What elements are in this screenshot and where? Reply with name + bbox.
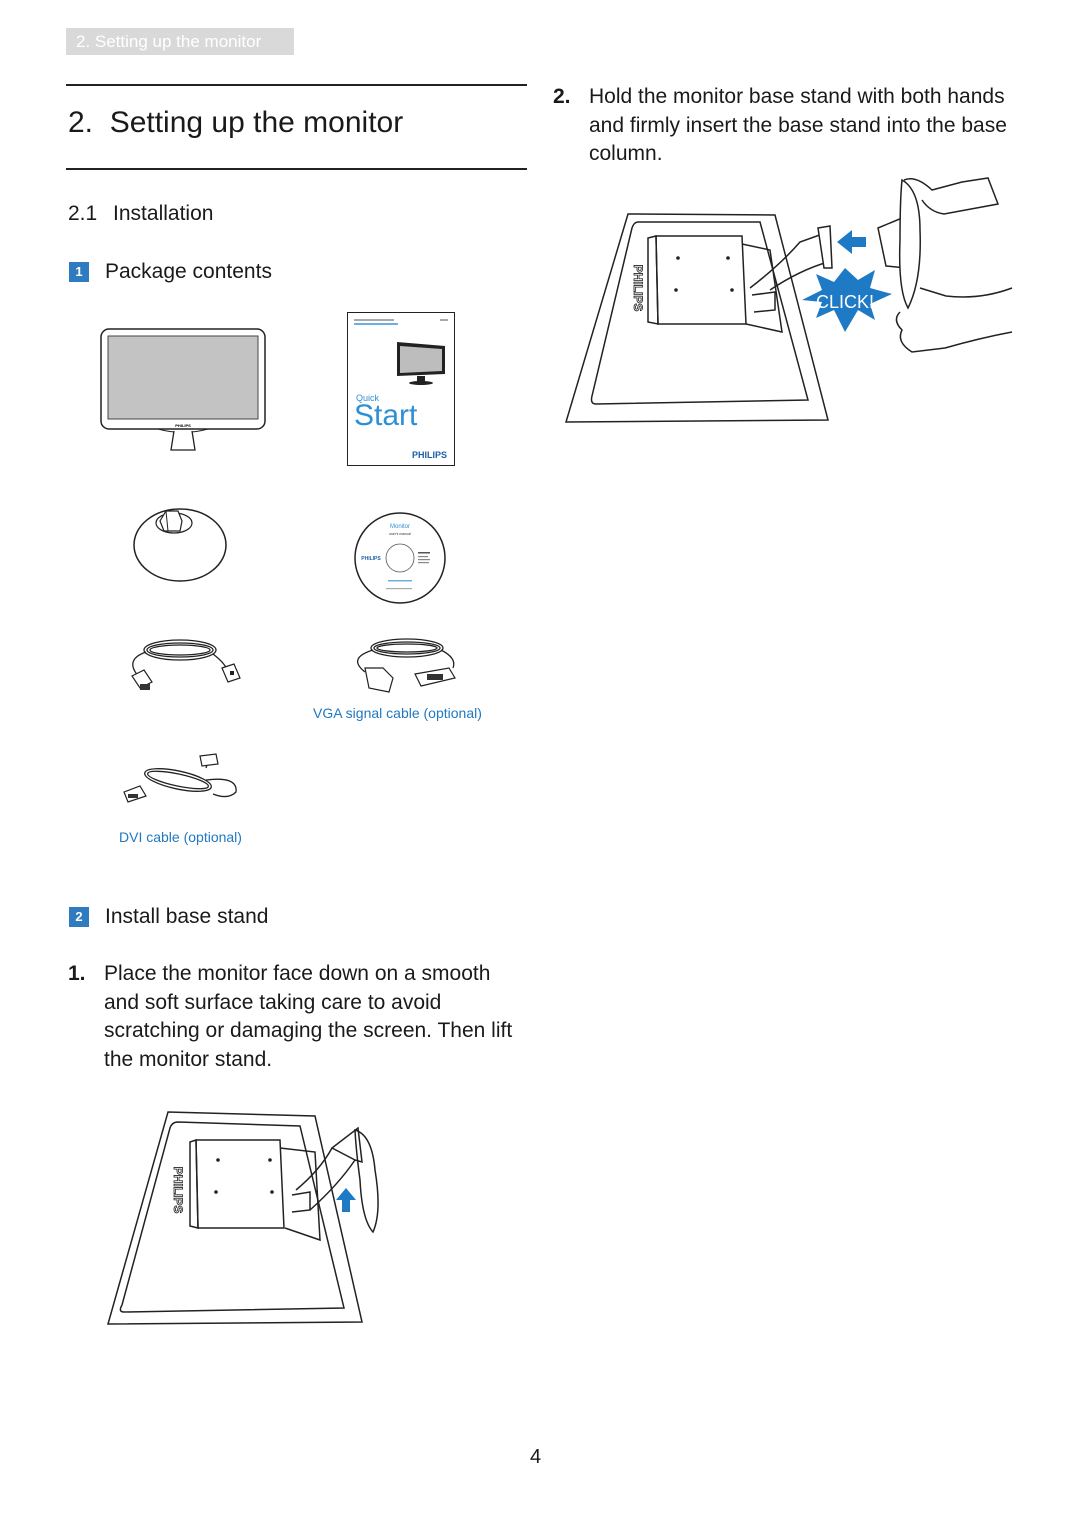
dvi-cable-caption: DVI cable (optional) — [119, 829, 242, 845]
title-rule-top — [66, 84, 527, 86]
dvi-cable-illustration — [123, 753, 237, 803]
cd-subtitle: user's manual — [389, 532, 411, 536]
instruction-number: 1. — [68, 962, 86, 985]
guide-brand: PHILIPS — [411, 450, 447, 460]
quick-start-guide: Quick Start PHILIPS — [347, 312, 455, 466]
step-badge: 1 — [69, 262, 89, 282]
click-label: CLICK! — [816, 292, 874, 312]
guide-header-line — [354, 319, 394, 321]
up-arrow-icon — [336, 1188, 356, 1212]
guide-monitor-image — [397, 342, 445, 385]
instruction-text: Place the monitor face down on a smooth … — [104, 962, 513, 1071]
step-badge: 2 — [69, 907, 89, 927]
page-number: 4 — [530, 1446, 542, 1468]
vga-cable-caption: VGA signal cable (optional) — [313, 705, 482, 721]
power-cord-illustration — [131, 639, 241, 690]
title-rule-bottom — [66, 168, 527, 170]
instruction-number: 2. — [553, 85, 571, 108]
cd-rom-illustration: Monitor user's manual PHILIPS — [354, 512, 446, 604]
guide-title-large: Start — [354, 399, 418, 432]
guide-url-line — [354, 323, 398, 325]
monitor-illustration: PHILIPS — [100, 328, 266, 451]
instruction-1: 1. Place the monitor face down on a smoo… — [68, 960, 530, 1074]
base-stand-illustration — [133, 508, 227, 582]
guide-code-line — [440, 319, 448, 321]
step-label: Install base stand — [105, 905, 269, 928]
step-label: Package contents — [105, 260, 272, 283]
monitor-brand-label: PHILIPS — [175, 423, 191, 428]
step-install-base-stand: 2 Install base stand — [69, 905, 268, 929]
vga-cable-illustration — [357, 638, 456, 693]
subsection-title: Installation — [113, 202, 214, 225]
left-arrow-icon — [837, 230, 866, 254]
subsection-number: 2.1 — [68, 202, 98, 225]
instruction-text: Hold the monitor base stand with both ha… — [589, 85, 1007, 165]
monitor-back-brand: PHILIPS — [631, 265, 645, 312]
page-title: 2. Setting up the monitor — [68, 106, 404, 139]
insert-base-illustration: PHILIPS CLICK! — [564, 177, 1013, 423]
cd-title: Monitor — [390, 524, 410, 530]
monitor-back-brand: PHILIPS — [171, 1167, 185, 1214]
step-package-contents: 1 Package contents — [69, 260, 272, 284]
instruction-2: 2. Hold the monitor base stand with both… — [553, 83, 1013, 169]
subsection-heading: 2.1 Installation — [68, 202, 213, 226]
lift-stand-illustration: PHILIPS — [107, 1111, 379, 1325]
breadcrumb: 2. Setting up the monitor — [66, 28, 294, 55]
cd-brand: PHILIPS — [361, 556, 381, 562]
